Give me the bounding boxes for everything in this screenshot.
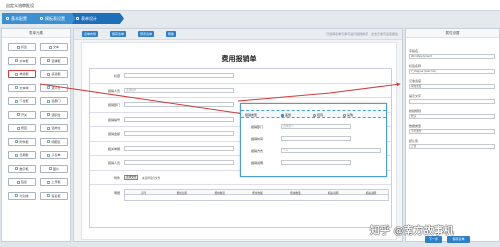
radio-label: 报销类型: [245, 113, 258, 117]
save-form-footer-button[interactable]: 保存表单: [447, 236, 470, 243]
property-label: 校验规则: [409, 109, 422, 113]
watermark: 知乎 @南方故事机: [370, 226, 454, 237]
arrow-to-properties: [237, 82, 401, 102]
popup-field-input[interactable]: 个人: [281, 148, 381, 153]
property-input[interactable]: 默认: [409, 114, 495, 119]
property-label: 标签名称: [409, 64, 422, 68]
radio-option[interactable]: 采购: [343, 113, 353, 117]
popup-field-input[interactable]: [281, 160, 351, 165]
property-input[interactable]: 7_Degree (text hix): [409, 69, 495, 74]
next-step-button[interactable]: 下一步: [425, 236, 442, 243]
radio-icon: [281, 113, 284, 117]
radio-field-preview: 报销类型 差旅 招待 采购 报销部门 选择部门报销时间报销方式 个人报销说明: [240, 103, 387, 177]
popup-field-label: 报销时间: [251, 137, 264, 141]
property-input[interactable]: [409, 99, 495, 104]
radio-icon: [343, 113, 346, 117]
radio-option[interactable]: 差旅: [281, 113, 291, 117]
properties-panel: 属性设置 字段名 WordApplyment 标签名称 7_Degree (text …: [405, 28, 500, 242]
radio-icon: [313, 113, 316, 117]
arrow-to-popup: [39, 83, 245, 116]
property-label: 数据类型: [409, 124, 422, 128]
popup-field-label: 报销说明: [251, 161, 264, 165]
property-label: 提示文字: [409, 94, 422, 98]
popup-field-input[interactable]: [281, 136, 351, 141]
popup-field-input[interactable]: 选择部门: [281, 124, 351, 129]
radio-option[interactable]: 招待: [313, 113, 323, 117]
popup-field-label: 报销方式: [251, 149, 264, 153]
radio-row[interactable]: 报销类型 差旅 招待 采购: [241, 110, 386, 118]
property-input[interactable]: WordApplyment: [409, 54, 495, 59]
property-input[interactable]: 填充宽度: [409, 84, 495, 89]
popup-field-label: 报销部门: [251, 125, 264, 129]
property-label: 默认值: [409, 139, 419, 143]
property-label: 字段名: [409, 49, 419, 53]
property-input[interactable]: 字符类型: [409, 129, 495, 134]
property-label: 元素宽度: [409, 79, 422, 83]
properties-title: 属性设置: [406, 29, 499, 38]
property-input[interactable]: 正常: [409, 144, 495, 149]
